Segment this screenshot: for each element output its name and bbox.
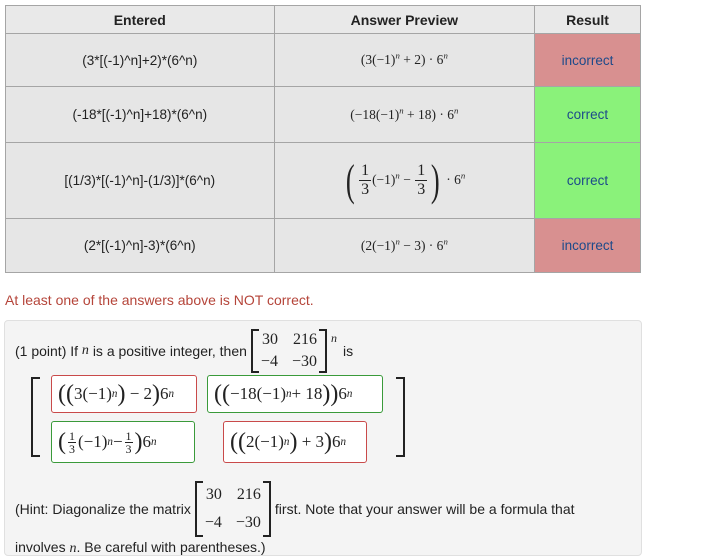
hint-part-b: first. Note that your answer will be a f… xyxy=(274,500,575,517)
table-row: (3*[(-1)^n]+2)*(6^n) (3(−1)n + 2) · 6n i… xyxy=(5,33,641,87)
problem-prefix: (1 point) If xyxy=(15,343,79,359)
entered-cell: (3*[(-1)^n]+2)*(6^n) xyxy=(5,33,275,87)
hint-part-a: (Hint: Diagonalize the matrix xyxy=(15,500,191,517)
hint-matrix: 30 216 −4 −30 xyxy=(194,481,271,537)
table-row: (2*[(-1)^n]-3)*(6^n) (2(−1)n − 3) · 6n i… xyxy=(5,218,641,273)
given-matrix: 30 216 −4 −30 xyxy=(250,329,327,373)
answer-input-1-1[interactable]: ((3(−1) n) − 2) 6 n xyxy=(51,375,197,413)
problem-statement: (1 point) If n is a positive integer, th… xyxy=(15,329,353,373)
problem-box: (1 point) If n is a positive integer, th… xyxy=(4,320,642,556)
table-header-row: Entered Answer Preview Result xyxy=(5,5,641,34)
answer-preview-cell: (−18(−1)n + 18) · 6n xyxy=(273,86,536,143)
matrix-entry: 30 xyxy=(205,486,222,503)
problem-mid: is a positive integer, then xyxy=(92,343,247,359)
variable-n: n xyxy=(81,343,89,358)
answer-input-1-2[interactable]: ((−18(−1) n + 18)) 6 n xyxy=(207,375,383,413)
hint-text: (Hint: Diagonalize the matrix 30 216 −4 … xyxy=(15,481,635,559)
header-entered: Entered xyxy=(5,5,275,34)
answer-preview-cell: (3(−1)n + 2) · 6n xyxy=(273,33,536,87)
entered-cell: [(1/3)*[(-1)^n]-(1/3)]*(6^n) xyxy=(5,142,275,219)
table-row: [(1/3)*[(-1)^n]-(1/3)]*(6^n) (1 3 (−1)n − … xyxy=(5,142,641,219)
hint-part-c: involves xyxy=(15,539,66,555)
entered-cell: (2*[(-1)^n]-3)*(6^n) xyxy=(5,218,275,273)
hint-part-d: . Be careful with parentheses.) xyxy=(76,539,266,555)
result-badge: correct xyxy=(534,142,641,219)
matrix-entry: −4 xyxy=(204,514,222,531)
table-row: (-18*[(-1)^n]+18)*(6^n) (−18(−1)n + 18) … xyxy=(5,86,641,143)
matrix-entry: 216 xyxy=(236,486,261,503)
matrix-entry: −4 xyxy=(260,353,278,370)
entered-cell: (-18*[(-1)^n]+18)*(6^n) xyxy=(5,86,275,143)
header-answer-preview: Answer Preview xyxy=(273,5,536,34)
matrix-entry: −30 xyxy=(291,353,317,370)
result-badge: incorrect xyxy=(534,33,641,87)
matrix-exponent: n xyxy=(330,331,337,345)
results-table: Entered Answer Preview Result (3*[(-1)^n… xyxy=(5,5,641,273)
header-result: Result xyxy=(534,5,641,34)
answer-preview-cell: (2(−1)n − 3) · 6n xyxy=(273,218,536,273)
problem-suffix: is xyxy=(342,343,354,359)
answer-preview-cell: (1 3 (−1)n − 1 3) · 6n xyxy=(273,142,536,219)
matrix-entry: 216 xyxy=(292,331,317,348)
incorrect-warning: At least one of the answers above is NOT… xyxy=(5,292,314,308)
matrix-entry: 30 xyxy=(261,331,278,348)
matrix-entry: −30 xyxy=(235,514,261,531)
answer-input-2-2[interactable]: ((2(−1) n) + 3) 6 n xyxy=(223,421,367,463)
result-badge: incorrect xyxy=(534,218,641,273)
result-badge: correct xyxy=(534,86,641,143)
answer-input-2-1[interactable]: (1 3 (−1) n − 1 3) 6 n xyxy=(51,421,195,463)
